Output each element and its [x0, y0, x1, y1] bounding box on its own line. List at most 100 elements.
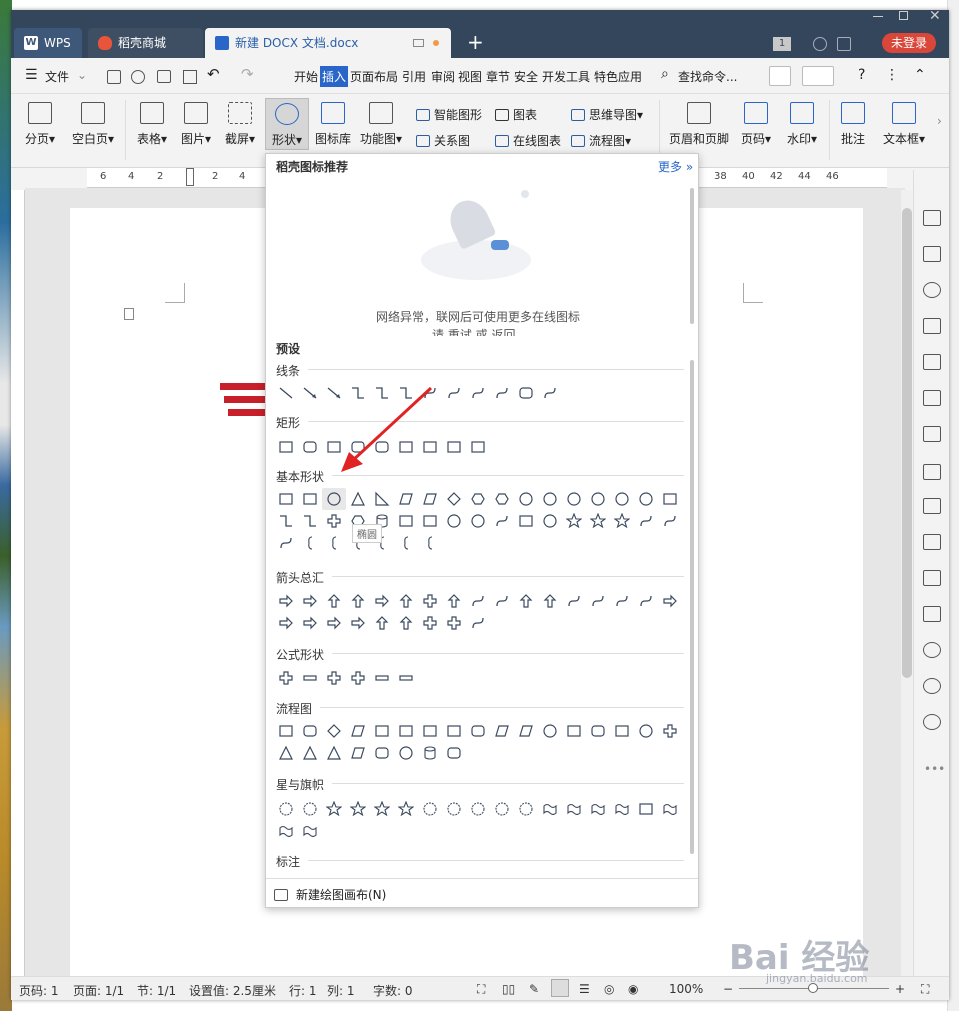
shape-item[interactable] — [322, 720, 346, 742]
shape-item[interactable] — [394, 590, 418, 612]
shape-item[interactable] — [658, 720, 682, 742]
shape-item[interactable] — [538, 382, 562, 404]
preview-icon[interactable] — [183, 70, 197, 84]
shape-item[interactable] — [346, 667, 370, 689]
minimize-button[interactable] — [873, 16, 883, 17]
blankpage-button[interactable]: 空白页▾ — [67, 102, 119, 147]
shape-item[interactable] — [562, 510, 586, 532]
help-circle-icon[interactable] — [923, 714, 941, 730]
shape-item[interactable] — [658, 590, 682, 612]
shape-item[interactable] — [298, 798, 322, 820]
iconlib-button[interactable]: 图标库 — [313, 102, 353, 147]
shape-item[interactable] — [514, 720, 538, 742]
shape-item[interactable] — [490, 798, 514, 820]
pen-icon[interactable] — [923, 210, 941, 226]
screen-icon[interactable] — [413, 39, 424, 47]
shape-item[interactable] — [442, 436, 466, 458]
close-button[interactable]: ✕ — [929, 8, 941, 24]
shape-item[interactable] — [274, 532, 298, 554]
zoom-in-button[interactable]: + — [895, 982, 905, 996]
help-icon[interactable]: ? — [858, 67, 865, 83]
mindmap-button[interactable]: 思维导图▾ — [571, 106, 643, 123]
shape-item[interactable] — [466, 510, 490, 532]
more-dots-icon[interactable]: ••• — [924, 762, 945, 776]
translate-icon[interactable] — [923, 534, 941, 550]
shape-item[interactable] — [298, 590, 322, 612]
shape-item[interactable] — [658, 798, 682, 820]
shape-item[interactable] — [418, 798, 442, 820]
write-mode-icon[interactable]: ✎ — [529, 982, 539, 996]
shape-item[interactable] — [322, 612, 346, 634]
shape-item[interactable] — [394, 720, 418, 742]
shape-item[interactable] — [610, 510, 634, 532]
shape-item[interactable] — [346, 488, 370, 510]
shape-item[interactable] — [466, 720, 490, 742]
shape-item[interactable] — [418, 742, 442, 764]
shape-item[interactable] — [418, 590, 442, 612]
shape-item[interactable] — [298, 532, 322, 554]
table-icon[interactable] — [923, 354, 941, 370]
flowchart-button[interactable]: 流程图▾ — [571, 132, 631, 149]
shape-item[interactable] — [418, 488, 442, 510]
onlinechart-button[interactable]: 在线图表 — [495, 132, 561, 149]
shape-item[interactable] — [634, 590, 658, 612]
shape-item[interactable] — [562, 590, 586, 612]
menu-tab-7[interactable]: 安全 — [514, 68, 538, 85]
shape-item[interactable] — [538, 720, 562, 742]
shape-item[interactable] — [394, 488, 418, 510]
shape-item[interactable] — [562, 488, 586, 510]
shape-item[interactable] — [610, 798, 634, 820]
shape-item[interactable] — [442, 382, 466, 404]
menu-tab-insert[interactable]: 插入 — [320, 66, 349, 87]
shape-item[interactable] — [322, 667, 346, 689]
shape-item[interactable] — [466, 612, 490, 634]
shape-item[interactable] — [370, 612, 394, 634]
shape-item[interactable] — [418, 510, 442, 532]
shape-item[interactable] — [298, 720, 322, 742]
fullscreen-icon[interactable]: ⛶ — [477, 982, 485, 997]
tab-daoke-mall[interactable]: 稻壳商城 — [88, 28, 203, 58]
textbox-button[interactable]: 文本框▾ — [879, 102, 929, 147]
shape-item[interactable] — [298, 820, 322, 842]
vertical-ruler[interactable] — [11, 190, 25, 980]
table-button[interactable]: 表格▾ — [133, 102, 171, 147]
shape-item[interactable] — [442, 590, 466, 612]
print-icon[interactable] — [157, 70, 171, 83]
zoom-out-button[interactable]: − — [723, 982, 733, 996]
menu-tab-8[interactable]: 开发工具 — [542, 68, 590, 85]
more-link[interactable]: 更多 » — [658, 158, 693, 175]
sync-icon[interactable] — [802, 66, 834, 86]
shape-item[interactable] — [442, 798, 466, 820]
shape-item[interactable] — [466, 488, 490, 510]
status-words[interactable]: 字数: 0 — [373, 982, 413, 999]
ribbon-scroll-right[interactable]: › — [937, 114, 942, 128]
shape-item[interactable] — [322, 510, 346, 532]
shape-item[interactable] — [490, 720, 514, 742]
shape-item[interactable] — [418, 532, 442, 554]
shape-item[interactable] — [322, 590, 346, 612]
shape-item[interactable] — [274, 612, 298, 634]
chevron-down-icon[interactable]: ⌄ — [77, 68, 87, 82]
shape-item[interactable] — [346, 590, 370, 612]
shape-item[interactable] — [658, 488, 682, 510]
shape-item[interactable] — [370, 488, 394, 510]
shape-item[interactable] — [394, 510, 418, 532]
picture-icon[interactable] — [923, 606, 941, 622]
shape-item[interactable] — [514, 510, 538, 532]
save-icon[interactable] — [107, 70, 121, 84]
shape-item[interactable] — [466, 590, 490, 612]
share-icon[interactable] — [769, 66, 791, 86]
shape-item[interactable] — [298, 488, 322, 510]
shape-item[interactable] — [514, 590, 538, 612]
shape-item[interactable] — [274, 820, 298, 842]
shape-item[interactable] — [490, 510, 514, 532]
vertical-scrollbar[interactable] — [901, 190, 913, 980]
more-icon[interactable]: ⋮ — [885, 67, 899, 83]
shape-item[interactable] — [346, 742, 370, 764]
zoom-level[interactable]: 100% — [669, 982, 703, 996]
shape-item[interactable] — [274, 720, 298, 742]
shape-button[interactable]: 形状▾ — [265, 98, 309, 150]
recommend-scrollbar[interactable] — [690, 188, 694, 324]
menu-tab-4[interactable]: 审阅 — [431, 68, 455, 85]
search-icon[interactable]: ⌕ — [661, 66, 669, 82]
